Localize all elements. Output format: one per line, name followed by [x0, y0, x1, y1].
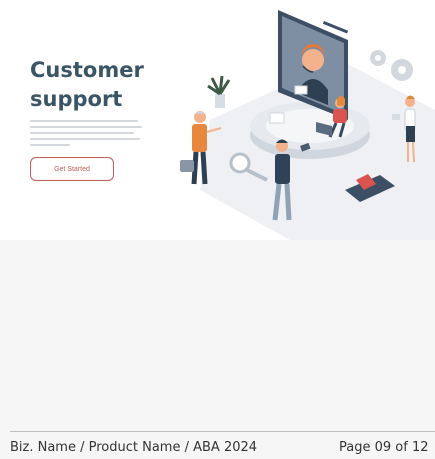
gear-icons	[370, 50, 413, 81]
footer-page-number: Page 09 of 12	[339, 440, 429, 455]
slide-title: Customer support	[30, 58, 144, 111]
plant-icon	[207, 75, 231, 108]
get-started-button[interactable]: Get Started	[30, 157, 114, 181]
footer-divider	[10, 431, 435, 432]
customer-support-illustration	[180, 10, 435, 240]
slide-card: Customer support Get Started	[0, 0, 435, 240]
footer-breadcrumb: Biz. Name / Product Name / ABA 2024	[10, 440, 258, 455]
blurb-placeholder-text	[30, 120, 142, 150]
